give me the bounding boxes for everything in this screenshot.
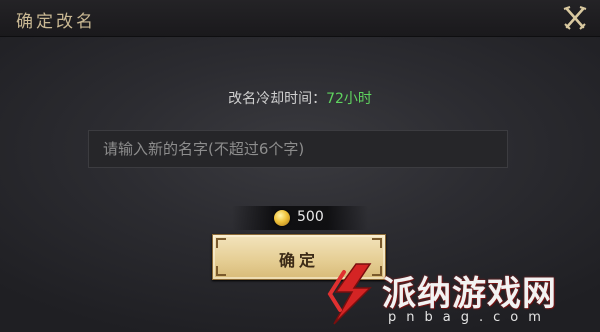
watermark-logo-icon — [327, 263, 372, 325]
rename-cooldown: 改名冷却时间：72小时 — [0, 88, 600, 108]
close-crossed-swords-icon — [563, 6, 587, 30]
cooldown-value: 72小时 — [326, 91, 372, 107]
watermark-text: 派纳游戏网 — [382, 274, 557, 314]
rename-dialog: 确定改名 改名冷却时间：72小时 500 确定 派纳游戏网 pnbag. — [0, 0, 600, 332]
close-button[interactable] — [560, 4, 590, 32]
watermark-url: pnbag.com — [388, 310, 551, 325]
dialog-title: 确定改名 — [16, 12, 96, 32]
dialog-title-bar: 确定改名 — [0, 0, 600, 37]
cooldown-label: 改名冷却时间： — [228, 91, 327, 107]
rename-cost: 500 — [232, 206, 368, 230]
new-name-input[interactable] — [88, 130, 508, 168]
gold-coin-icon — [274, 210, 290, 226]
cost-amount: 500 — [297, 209, 324, 225]
